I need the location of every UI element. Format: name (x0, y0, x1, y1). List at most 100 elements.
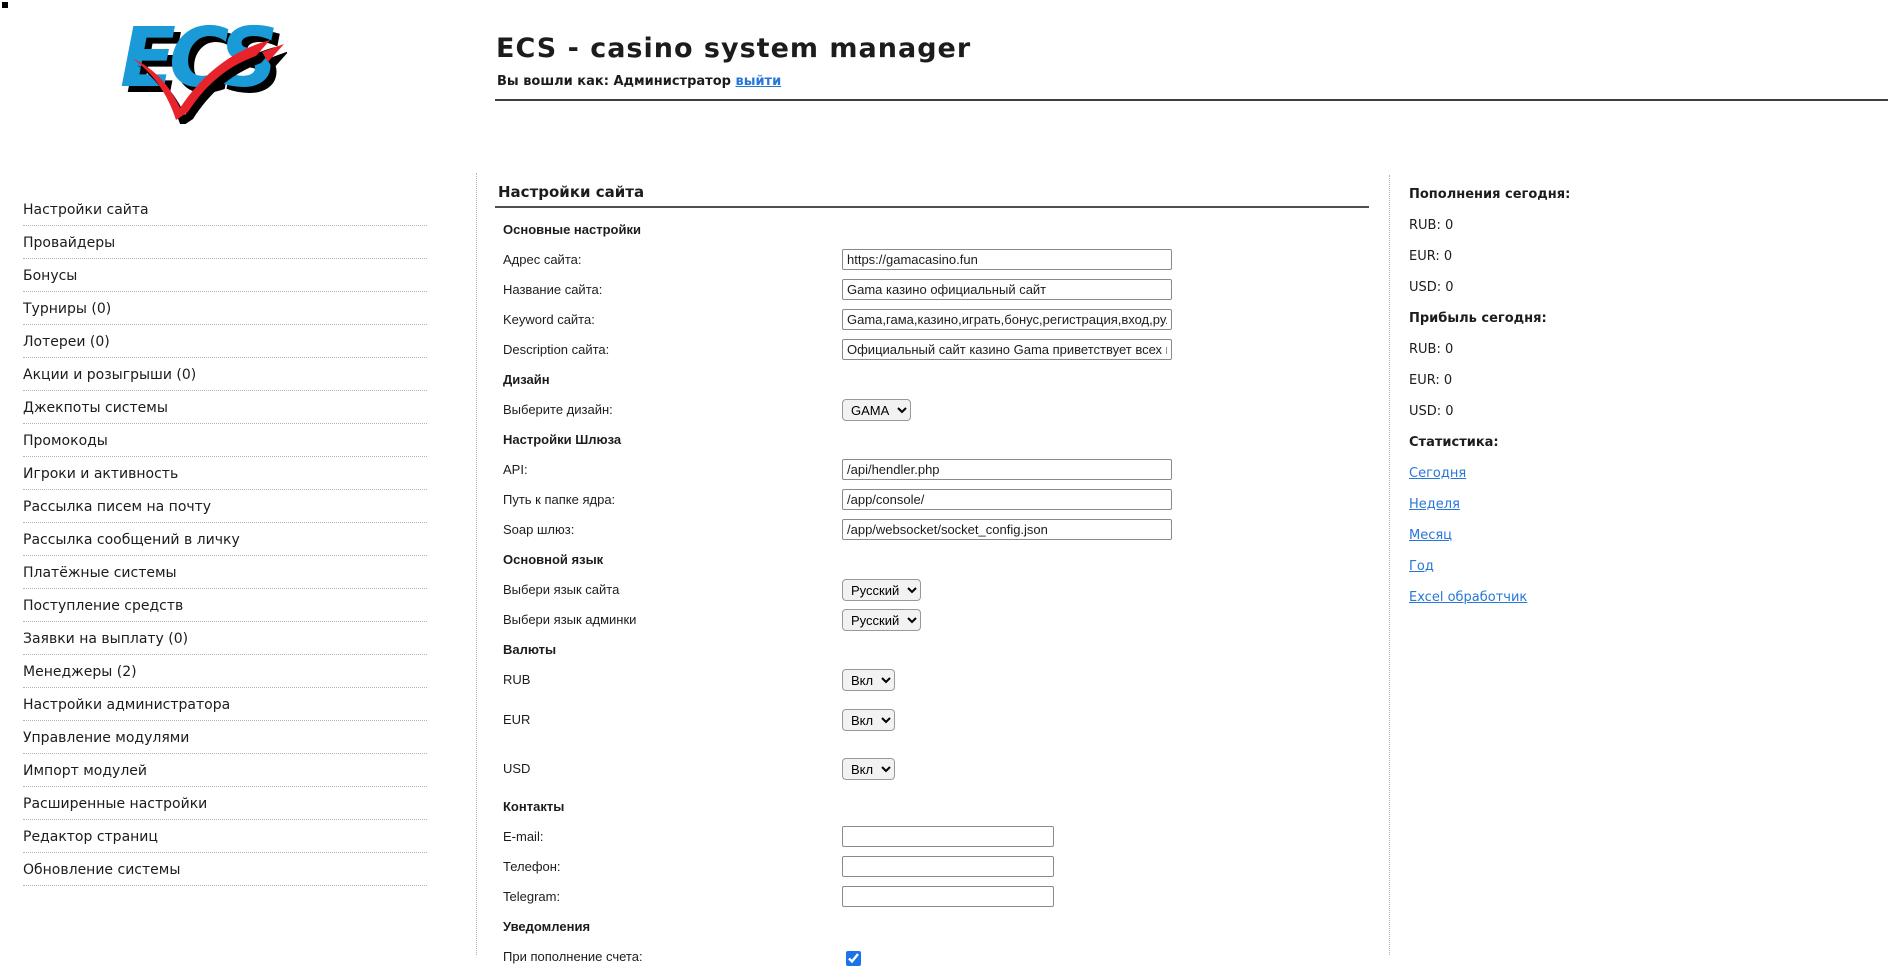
page-title: Настройки сайта (495, 183, 1375, 201)
section-header-currencies: Валюты (503, 642, 556, 657)
header-divider (495, 99, 1888, 101)
input-api-path[interactable] (842, 459, 1172, 480)
sidebar-item-page-editor[interactable]: Редактор страниц (23, 828, 427, 853)
select-site-language[interactable]: Русский (842, 579, 921, 601)
input-soap-gateway[interactable] (842, 519, 1172, 540)
stats-value-deposits-today-0: RUB: 0 (1409, 218, 1659, 239)
sidebar-item-module-management[interactable]: Управление модулями (23, 729, 427, 754)
stats-header-profit-today: Прибыль сегодня: (1409, 311, 1659, 332)
input-phone[interactable] (842, 856, 1054, 877)
stats-link-week[interactable]: Неделя (1409, 497, 1460, 512)
row-contacts: Контакты (495, 796, 1375, 818)
stats-value-deposits-today-2: USD: 0 (1409, 280, 1659, 301)
sidebar-item-providers[interactable]: Провайдеры (23, 234, 427, 259)
stats-value-deposits-today-1: EUR: 0 (1409, 249, 1659, 270)
sidebar-item-jackpots[interactable]: Джекпоты системы (23, 399, 427, 424)
sidebar-item-tournaments[interactable]: Турниры (0) (23, 300, 427, 325)
ecs-logo: ECS ECS (112, 12, 287, 124)
stats-link-row-month: Месяц (1409, 528, 1659, 549)
row-main-language: Основной язык (495, 549, 1375, 571)
sidebar-item-players-activity[interactable]: Игроки и активность (23, 465, 427, 490)
section-header-design: Дизайн (503, 372, 550, 387)
input-site-description[interactable] (842, 339, 1172, 360)
input-site-keywords[interactable] (842, 309, 1172, 330)
row-design-select: Выберите дизайн:GAMA (495, 399, 1375, 421)
input-core-folder-path[interactable] (842, 489, 1172, 510)
sidebar-item-module-import[interactable]: Импорт модулей (23, 762, 427, 787)
input-site-name[interactable] (842, 279, 1172, 300)
row-usd-toggle: USD Вкл (495, 758, 1375, 780)
sidebar-item-system-update[interactable]: Обновление системы (23, 861, 427, 886)
section-header-notifications: Уведомления (503, 919, 590, 934)
sidebar-item-lotteries[interactable]: Лотереи (0) (23, 333, 427, 358)
sidebar-item-advanced-settings[interactable]: Расширенные настройки (23, 795, 427, 820)
row-site-name: Название сайта: (495, 279, 1375, 301)
row-currencies: Валюты (495, 639, 1375, 661)
row-soap-gateway: Soap шлюз: (495, 519, 1375, 541)
stats-link-excel-handler[interactable]: Excel обработчик (1409, 590, 1527, 605)
label-site-description: Description сайта: (503, 342, 609, 357)
select-admin-language[interactable]: Русский (842, 609, 921, 631)
sidebar-item-payout-requests[interactable]: Заявки на выплату (0) (23, 630, 427, 655)
app-title: ECS - casino system manager (496, 33, 971, 64)
title-divider (495, 206, 1369, 208)
form-rows: Основные настройки Адрес сайта: Название с… (495, 219, 1375, 968)
label-usd-toggle: USD (503, 761, 530, 776)
section-header-main-language: Основной язык (503, 552, 603, 567)
sidebar-item-promotions[interactable]: Акции и розыгрыши (0) (23, 366, 427, 391)
row-site-address: Адрес сайта: (495, 249, 1375, 271)
stats-header-deposits-today: Пополнения сегодня: (1409, 187, 1659, 208)
main-right-divider (1389, 175, 1390, 955)
stats-header-statistics: Статистика: (1409, 435, 1659, 456)
section-header-gateway-settings: Настройки Шлюза (503, 432, 621, 447)
row-site-description: Description сайта: (495, 339, 1375, 361)
input-email[interactable] (842, 826, 1054, 847)
stats-link-year[interactable]: Год (1409, 559, 1434, 574)
sidebar-item-email-mailing[interactable]: Рассылка писем на почту (23, 498, 427, 523)
sidebar-item-incoming-funds[interactable]: Поступление средств (23, 597, 427, 622)
stats-value-profit-today-0: RUB: 0 (1409, 342, 1659, 363)
select-design-select[interactable]: GAMA (842, 399, 911, 421)
logout-link[interactable]: выйти (735, 74, 781, 89)
row-site-keywords: Keyword сайта: (495, 309, 1375, 331)
row-main-settings: Основные настройки (495, 219, 1375, 241)
row-rub-toggle: RUBВкл (495, 669, 1375, 691)
sidebar-item-pm-mailing[interactable]: Рассылка сообщений в личку (23, 531, 427, 556)
sidebar: Настройки сайта Провайдеры Бонусы Турниры (… (23, 201, 427, 894)
select-rub-toggle[interactable]: Вкл (842, 669, 895, 691)
row-telegram: Telegram: (495, 886, 1375, 908)
row-gateway-settings: Настройки Шлюза (495, 429, 1375, 451)
label-soap-gateway: Soap шлюз: (503, 522, 574, 537)
checkbox-deposit-notify[interactable] (846, 951, 861, 966)
stats-panel: Пополнения сегодня: RUB: 0 EUR: 0 USD: 0 При… (1409, 187, 1659, 621)
stats-link-row-week: Неделя (1409, 497, 1659, 518)
sidebar-item-site-settings[interactable]: Настройки сайта (23, 201, 427, 226)
label-site-name: Название сайта: (503, 282, 602, 297)
label-site-address: Адрес сайта: (503, 252, 581, 267)
label-email: E-mail: (503, 829, 543, 844)
row-api-path: API: (495, 459, 1375, 481)
login-status: Вы вошли как: Администратор выйти (497, 74, 781, 89)
row-site-language: Выбери язык сайтаРусский (495, 579, 1375, 601)
sidebar-item-payment-systems[interactable]: Платёжные системы (23, 564, 427, 589)
stats-link-row-today: Сегодня (1409, 466, 1659, 487)
sidebar-item-bonuses[interactable]: Бонусы (23, 267, 427, 292)
stats-value-profit-today-1: EUR: 0 (1409, 373, 1659, 394)
row-core-folder-path: Путь к папке ядра: (495, 489, 1375, 511)
label-api-path: API: (503, 462, 528, 477)
stats-link-today[interactable]: Сегодня (1409, 466, 1466, 481)
sidebar-item-admin-settings[interactable]: Настройки администратора (23, 696, 427, 721)
input-site-address[interactable] (842, 249, 1172, 270)
select-usd-toggle[interactable]: Вкл (842, 758, 895, 780)
sidebar-item-managers[interactable]: Менеджеры (2) (23, 663, 427, 688)
label-deposit-notify: При пополнение счета: (503, 949, 643, 964)
row-design: Дизайн (495, 369, 1375, 391)
select-eur-toggle[interactable]: Вкл (842, 709, 895, 731)
stats-link-month[interactable]: Месяц (1409, 528, 1452, 543)
input-telegram[interactable] (842, 886, 1054, 907)
section-header-contacts: Контакты (503, 799, 564, 814)
sidebar-item-promocodes[interactable]: Промокоды (23, 432, 427, 457)
label-telegram: Telegram: (503, 889, 560, 904)
row-admin-language: Выбери язык админкиРусский (495, 609, 1375, 631)
label-eur-toggle: EUR (503, 712, 530, 727)
